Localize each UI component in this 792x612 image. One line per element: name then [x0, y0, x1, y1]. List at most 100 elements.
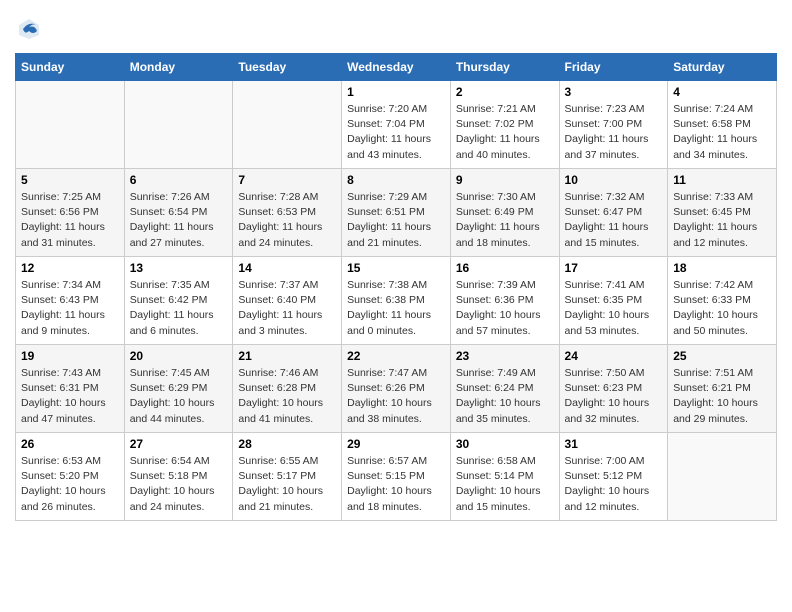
day-info: Sunrise: 7:46 AM Sunset: 6:28 PM Dayligh…	[238, 366, 336, 427]
day-info: Sunrise: 7:33 AM Sunset: 6:45 PM Dayligh…	[673, 190, 771, 251]
calendar-cell: 4 Sunrise: 7:24 AM Sunset: 6:58 PM Daylig…	[668, 81, 777, 169]
calendar-week-3: 12Sunrise: 7:34 AM Sunset: 6:43 PM Dayli…	[16, 257, 777, 345]
calendar-cell	[668, 433, 777, 521]
calendar-cell: 16 Sunrise: 7:39 AM Sunset: 6:36 PM Dayli…	[450, 257, 559, 345]
calendar-cell: 5 Sunrise: 7:25 AM Sunset: 6:56 PM Daylig…	[16, 169, 125, 257]
day-number: 2	[456, 85, 554, 99]
calendar-cell: 25 Sunrise: 7:51 AM Sunset: 6:21 PM Dayli…	[668, 345, 777, 433]
weekday-header-wednesday: Wednesday	[342, 54, 451, 81]
day-info: Sunrise: 7:47 AM Sunset: 6:26 PM Dayligh…	[347, 366, 445, 427]
weekday-header-saturday: Saturday	[668, 54, 777, 81]
calendar-cell: 29Sunrise: 6:57 AM Sunset: 5:15 PM Dayli…	[342, 433, 451, 521]
day-number: 6	[130, 173, 228, 187]
calendar-cell: 19Sunrise: 7:43 AM Sunset: 6:31 PM Dayli…	[16, 345, 125, 433]
day-info: Sunrise: 7:25 AM Sunset: 6:56 PM Dayligh…	[21, 190, 119, 251]
calendar-cell: 30 Sunrise: 6:58 AM Sunset: 5:14 PM Dayli…	[450, 433, 559, 521]
calendar-cell: 28 Sunrise: 6:55 AM Sunset: 5:17 PM Dayli…	[233, 433, 342, 521]
calendar-cell: 26 Sunrise: 6:53 AM Sunset: 5:20 PM Dayli…	[16, 433, 125, 521]
calendar-cell: 9 Sunrise: 7:30 AM Sunset: 6:49 PM Daylig…	[450, 169, 559, 257]
day-info: Sunrise: 7:29 AM Sunset: 6:51 PM Dayligh…	[347, 190, 445, 251]
day-number: 13	[130, 261, 228, 275]
day-number: 28	[238, 437, 336, 451]
day-number: 23	[456, 349, 554, 363]
calendar-cell: 18 Sunrise: 7:42 AM Sunset: 6:33 PM Dayli…	[668, 257, 777, 345]
day-number: 24	[565, 349, 663, 363]
calendar-cell: 7 Sunrise: 7:28 AM Sunset: 6:53 PM Daylig…	[233, 169, 342, 257]
day-info: Sunrise: 7:26 AM Sunset: 6:54 PM Dayligh…	[130, 190, 228, 251]
day-info: Sunrise: 7:51 AM Sunset: 6:21 PM Dayligh…	[673, 366, 771, 427]
calendar-cell: 14 Sunrise: 7:37 AM Sunset: 6:40 PM Dayli…	[233, 257, 342, 345]
day-number: 11	[673, 173, 771, 187]
calendar-week-5: 26 Sunrise: 6:53 AM Sunset: 5:20 PM Dayli…	[16, 433, 777, 521]
day-number: 21	[238, 349, 336, 363]
calendar-cell: 1Sunrise: 7:20 AM Sunset: 7:04 PM Daylig…	[342, 81, 451, 169]
weekday-header-friday: Friday	[559, 54, 668, 81]
calendar-header: SundayMondayTuesdayWednesdayThursdayFrid…	[16, 54, 777, 81]
calendar-cell: 15Sunrise: 7:38 AM Sunset: 6:38 PM Dayli…	[342, 257, 451, 345]
day-number: 9	[456, 173, 554, 187]
logo	[15, 15, 47, 43]
day-number: 27	[130, 437, 228, 451]
day-number: 16	[456, 261, 554, 275]
calendar-cell: 11 Sunrise: 7:33 AM Sunset: 6:45 PM Dayli…	[668, 169, 777, 257]
day-number: 20	[130, 349, 228, 363]
calendar-cell: 22 Sunrise: 7:47 AM Sunset: 6:26 PM Dayli…	[342, 345, 451, 433]
day-number: 25	[673, 349, 771, 363]
calendar-cell: 20 Sunrise: 7:45 AM Sunset: 6:29 PM Dayli…	[124, 345, 233, 433]
calendar-cell: 2Sunrise: 7:21 AM Sunset: 7:02 PM Daylig…	[450, 81, 559, 169]
day-info: Sunrise: 7:24 AM Sunset: 6:58 PM Dayligh…	[673, 102, 771, 163]
calendar-cell: 13 Sunrise: 7:35 AM Sunset: 6:42 PM Dayli…	[124, 257, 233, 345]
day-number: 14	[238, 261, 336, 275]
weekday-header-monday: Monday	[124, 54, 233, 81]
calendar-cell	[233, 81, 342, 169]
day-info: Sunrise: 6:53 AM Sunset: 5:20 PM Dayligh…	[21, 454, 119, 515]
calendar-cell: 21 Sunrise: 7:46 AM Sunset: 6:28 PM Dayli…	[233, 345, 342, 433]
day-number: 29	[347, 437, 445, 451]
day-info: Sunrise: 7:38 AM Sunset: 6:38 PM Dayligh…	[347, 278, 445, 339]
calendar-cell: 10 Sunrise: 7:32 AM Sunset: 6:47 PM Dayli…	[559, 169, 668, 257]
day-number: 30	[456, 437, 554, 451]
day-info: Sunrise: 6:55 AM Sunset: 5:17 PM Dayligh…	[238, 454, 336, 515]
day-number: 26	[21, 437, 119, 451]
calendar-cell: 12Sunrise: 7:34 AM Sunset: 6:43 PM Dayli…	[16, 257, 125, 345]
day-info: Sunrise: 7:49 AM Sunset: 6:24 PM Dayligh…	[456, 366, 554, 427]
day-info: Sunrise: 7:30 AM Sunset: 6:49 PM Dayligh…	[456, 190, 554, 251]
day-info: Sunrise: 7:34 AM Sunset: 6:43 PM Dayligh…	[21, 278, 119, 339]
day-info: Sunrise: 6:54 AM Sunset: 5:18 PM Dayligh…	[130, 454, 228, 515]
day-info: Sunrise: 7:37 AM Sunset: 6:40 PM Dayligh…	[238, 278, 336, 339]
day-number: 19	[21, 349, 119, 363]
day-info: Sunrise: 7:39 AM Sunset: 6:36 PM Dayligh…	[456, 278, 554, 339]
calendar-cell	[124, 81, 233, 169]
day-number: 17	[565, 261, 663, 275]
calendar-table: SundayMondayTuesdayWednesdayThursdayFrid…	[15, 53, 777, 521]
calendar-cell: 17 Sunrise: 7:41 AM Sunset: 6:35 PM Dayli…	[559, 257, 668, 345]
day-number: 22	[347, 349, 445, 363]
day-info: Sunrise: 7:41 AM Sunset: 6:35 PM Dayligh…	[565, 278, 663, 339]
day-number: 4	[673, 85, 771, 99]
calendar-cell: 8 Sunrise: 7:29 AM Sunset: 6:51 PM Daylig…	[342, 169, 451, 257]
day-number: 31	[565, 437, 663, 451]
calendar-week-4: 19Sunrise: 7:43 AM Sunset: 6:31 PM Dayli…	[16, 345, 777, 433]
day-info: Sunrise: 7:45 AM Sunset: 6:29 PM Dayligh…	[130, 366, 228, 427]
calendar-week-1: 1Sunrise: 7:20 AM Sunset: 7:04 PM Daylig…	[16, 81, 777, 169]
day-number: 10	[565, 173, 663, 187]
calendar-cell: 6 Sunrise: 7:26 AM Sunset: 6:54 PM Daylig…	[124, 169, 233, 257]
weekday-header-thursday: Thursday	[450, 54, 559, 81]
calendar-cell: 27 Sunrise: 6:54 AM Sunset: 5:18 PM Dayli…	[124, 433, 233, 521]
day-info: Sunrise: 7:42 AM Sunset: 6:33 PM Dayligh…	[673, 278, 771, 339]
day-info: Sunrise: 7:20 AM Sunset: 7:04 PM Dayligh…	[347, 102, 445, 163]
day-number: 7	[238, 173, 336, 187]
day-number: 8	[347, 173, 445, 187]
day-info: Sunrise: 7:00 AM Sunset: 5:12 PM Dayligh…	[565, 454, 663, 515]
day-info: Sunrise: 6:58 AM Sunset: 5:14 PM Dayligh…	[456, 454, 554, 515]
calendar-cell: 3Sunrise: 7:23 AM Sunset: 7:00 PM Daylig…	[559, 81, 668, 169]
day-info: Sunrise: 7:32 AM Sunset: 6:47 PM Dayligh…	[565, 190, 663, 251]
day-number: 3	[565, 85, 663, 99]
calendar-cell	[16, 81, 125, 169]
calendar-cell: 24Sunrise: 7:50 AM Sunset: 6:23 PM Dayli…	[559, 345, 668, 433]
logo-icon	[15, 15, 43, 43]
day-number: 18	[673, 261, 771, 275]
day-info: Sunrise: 7:28 AM Sunset: 6:53 PM Dayligh…	[238, 190, 336, 251]
day-info: Sunrise: 7:35 AM Sunset: 6:42 PM Dayligh…	[130, 278, 228, 339]
day-number: 5	[21, 173, 119, 187]
